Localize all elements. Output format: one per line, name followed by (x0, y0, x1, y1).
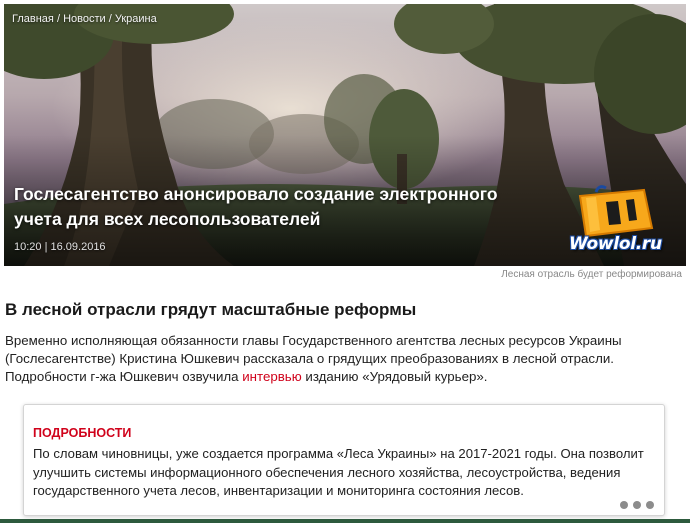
interview-link[interactable]: интервью (242, 369, 301, 384)
article-headline: В лесной отрасли грядут масштабные рефор… (5, 300, 417, 319)
breadcrumb-news[interactable]: Новости (63, 13, 106, 25)
hero-title: Гослесагентство анонсировало создание эл… (14, 184, 498, 229)
footer-bar (0, 519, 690, 523)
dot-icon (620, 501, 628, 509)
more-menu-button[interactable] (620, 501, 654, 509)
dot-icon (633, 501, 641, 509)
breadcrumb-region[interactable]: Украина (115, 13, 157, 25)
hero-banner[interactable]: Главная / Новости / Украина Гослесагентс… (4, 4, 686, 266)
details-title: ПОДРОБНОСТИ (33, 426, 132, 440)
details-card: ПОДРОБНОСТИ По словам чиновницы, уже соз… (23, 404, 665, 516)
lead-text-end: изданию «Урядовый курьер». (301, 369, 488, 384)
breadcrumb-home[interactable]: Главная (12, 13, 54, 25)
dot-icon (646, 501, 654, 509)
image-caption: Лесная отрасль будет реформирована (501, 269, 682, 280)
article-lead: Временно исполняющая обязанности главы Г… (5, 332, 685, 386)
watermark-text: Wowlol.ru (569, 234, 662, 254)
watermark-logo: Wowlol.ru (566, 182, 676, 262)
watermark-bag-icon (578, 185, 654, 238)
breadcrumb: Главная / Новости / Украина (12, 13, 157, 25)
breadcrumb-separator: / (108, 13, 112, 25)
breadcrumb-separator: / (56, 13, 60, 25)
publish-date: 10:20 | 16.09.2016 (14, 241, 106, 253)
details-text: По словам чиновницы, уже создается прогр… (33, 446, 644, 498)
